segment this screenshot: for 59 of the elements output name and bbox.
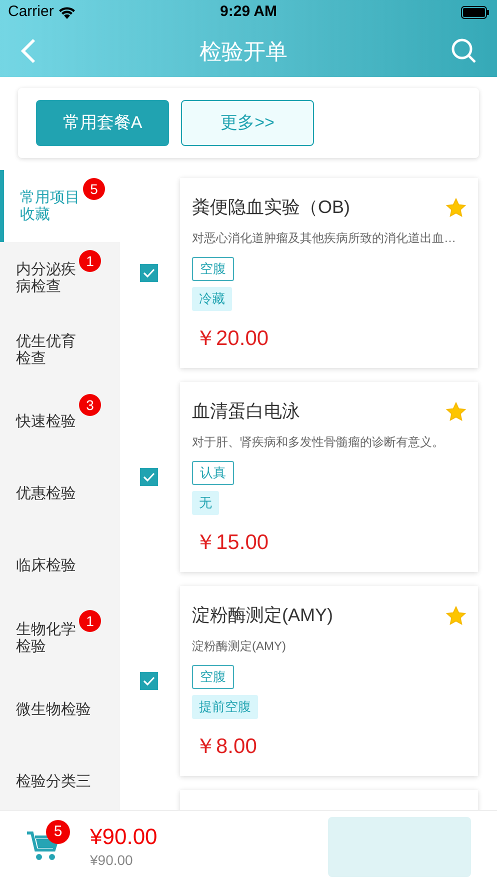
category-label: 优惠检验 [16, 485, 76, 503]
category-label: 快速检验 [16, 413, 76, 431]
count-badge: 1 [79, 610, 101, 632]
status-time: 9:29 AM [220, 2, 277, 22]
check-icon [143, 472, 155, 482]
category-label: 临床检验 [16, 557, 76, 575]
category-item[interactable]: 微生物检验 [0, 674, 120, 746]
carrier-label: Carrier [8, 2, 54, 22]
tag: 无 [192, 491, 219, 515]
back-icon[interactable] [20, 38, 36, 64]
category-item[interactable]: 快速检验 3 [0, 386, 120, 458]
checkbox[interactable] [140, 672, 158, 690]
tag: 空腹 [192, 257, 234, 281]
category-label: 检验分类三 [16, 773, 91, 791]
star-icon[interactable] [446, 198, 466, 218]
original-price: ¥90.00 [90, 851, 134, 870]
test-price: ￥15.00 [195, 530, 270, 556]
category-label: 内分泌疾病检查 [16, 260, 77, 296]
battery-icon [461, 6, 489, 19]
test-card[interactable]: 粪便隐血实验（OB) 对恶心消化道肿瘤及其他疾病所致的消化道出血… 空腹 冷藏 ￥20.00 [180, 178, 478, 368]
page-title: 检验开单 [200, 38, 288, 66]
count-badge: 3 [79, 394, 101, 416]
test-description: 对恶心消化道肿瘤及其他疾病所致的消化道出血… [192, 230, 457, 247]
count-badge: 5 [83, 178, 105, 200]
test-name: 淀粉酶测定(AMY) [192, 604, 333, 627]
category-label: 优生优育检查 [16, 332, 77, 368]
category-item[interactable]: 常用项目收藏 5 [0, 170, 120, 242]
test-price: ￥20.00 [195, 326, 270, 352]
count-badge: 1 [79, 250, 101, 272]
tag: 冷藏 [192, 287, 232, 311]
category-item[interactable]: 检验分类三 [0, 746, 120, 810]
category-item[interactable]: 内分泌疾病检查 1 [0, 242, 120, 314]
test-description: 淀粉酶测定(AMY) [192, 638, 287, 655]
category-item[interactable]: 临床检验 [0, 530, 120, 602]
wifi-icon [58, 6, 76, 19]
search-icon[interactable] [451, 38, 477, 64]
category-label: 常用项目收藏 [20, 188, 81, 224]
checkbox[interactable] [140, 468, 158, 486]
category-label: 生物化学检验 [16, 620, 77, 656]
tag: 提前空腹 [192, 695, 258, 719]
test-name: 粪便隐血实验（OB) [192, 196, 350, 219]
tag: 空腹 [192, 665, 234, 689]
total-price: ¥90.00 [90, 822, 158, 850]
star-icon[interactable] [446, 402, 466, 422]
checkbox[interactable] [140, 264, 158, 282]
test-card[interactable]: 淀粉酶测定(AMY) 淀粉酶测定(AMY) 空腹 提前空腹 ￥8.00 [180, 586, 478, 776]
category-label: 微生物检验 [16, 701, 91, 719]
category-item[interactable]: 优生优育检查 [0, 314, 120, 386]
star-icon[interactable] [446, 606, 466, 626]
test-name: 血清蛋白电泳 [192, 400, 300, 423]
category-item[interactable]: 优惠检验 [0, 458, 120, 530]
test-price: ￥8.00 [195, 734, 258, 760]
cart-count-badge: 5 [46, 820, 70, 844]
tag: 认真 [192, 461, 234, 485]
test-description: 对于肝、肾疾病和多发性骨髓瘤的诊断有意义。 [192, 434, 445, 451]
test-card[interactable]: 血清蛋白电泳 对于肝、肾疾病和多发性骨髓瘤的诊断有意义。 认真 无 ￥15.00 [180, 382, 478, 572]
category-item[interactable]: 生物化学检验 1 [0, 602, 120, 674]
check-icon [143, 676, 155, 686]
check-icon [143, 268, 155, 278]
